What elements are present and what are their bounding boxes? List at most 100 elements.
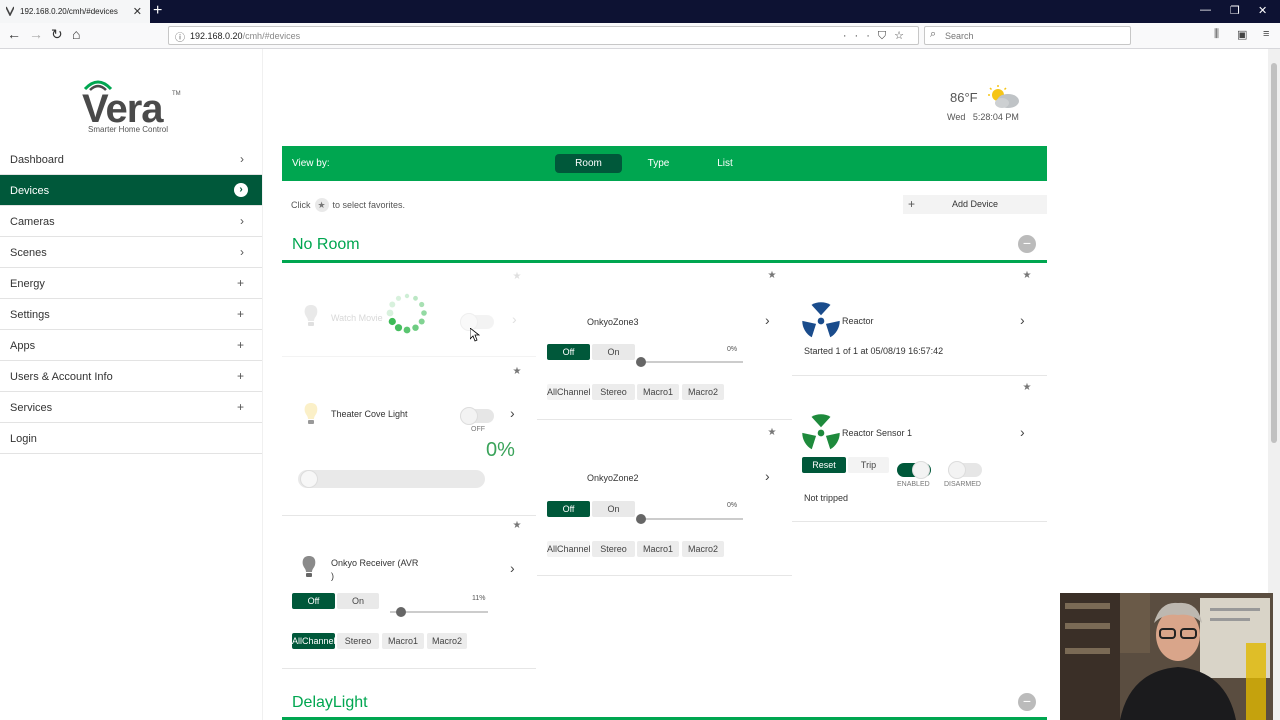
volume-knob[interactable] [395, 607, 406, 617]
enabled-toggle[interactable] [897, 461, 931, 479]
macro-macro1-button[interactable]: Macro1 [637, 384, 679, 400]
on-button[interactable]: On [592, 344, 635, 360]
url-bar[interactable]: ⓘ 192.168.0.20/cmh/#devices ···⛉☆ [168, 26, 919, 45]
macro-allchannel-button[interactable]: AllChannel [547, 541, 590, 557]
favorite-star-icon[interactable]: ★ [510, 270, 524, 284]
back-icon[interactable]: ← [7, 26, 21, 42]
sidebar-item-users[interactable]: Users & Account Info + [0, 361, 262, 392]
macro-macro2-button[interactable]: Macro2 [682, 384, 724, 400]
bookmark-star-icon[interactable]: ☆ [894, 30, 912, 42]
off-button[interactable]: Off [292, 593, 335, 609]
macro-stereo-button[interactable]: Stereo [337, 633, 379, 649]
favorite-star-icon[interactable]: ★ [1020, 269, 1034, 283]
sensor-radiation-icon [802, 414, 840, 450]
scrollbar-thumb[interactable] [1271, 63, 1277, 443]
trip-button[interactable]: Trip [848, 457, 889, 473]
collapse-section-icon[interactable]: − [1018, 235, 1036, 253]
armed-toggle[interactable] [948, 461, 982, 479]
sidebar-item-energy[interactable]: Energy + [0, 268, 262, 299]
device-name: Reactor [842, 316, 874, 326]
tab-room[interactable]: Room [555, 154, 622, 173]
on-button[interactable]: On [337, 593, 379, 609]
volume-slider[interactable] [636, 357, 743, 367]
device-card-onkyo-receiver: ★ Onkyo Receiver (AVR ) › Off On 11% All… [282, 517, 536, 669]
add-device-button[interactable]: + Add Device [903, 195, 1047, 214]
volume-slider[interactable] [390, 607, 488, 617]
hint-after: to select favorites. [332, 200, 406, 210]
sidebar-item-scenes[interactable]: Scenes › [0, 237, 262, 268]
favorite-star-icon[interactable]: ★ [510, 519, 524, 533]
site-info-icon[interactable]: ⓘ [175, 29, 185, 44]
device-card-theater-cove-light: ★ Theater Cove Light OFF › 0% [282, 358, 536, 516]
sidebar-item-label: Users & Account Info [10, 371, 113, 383]
volume-percent: 0% [727, 502, 738, 509]
sidebar-item-cameras[interactable]: Cameras › [0, 206, 262, 237]
chevron-right-icon[interactable]: › [512, 311, 517, 327]
chevron-right-icon[interactable]: › [765, 468, 770, 484]
volume-knob[interactable] [636, 514, 646, 524]
dimmer-slider[interactable] [298, 470, 485, 488]
presenter-video-image [1060, 593, 1273, 720]
chevron-right-icon[interactable]: › [765, 312, 770, 328]
sidebar-item-dashboard[interactable]: Dashboard › [0, 144, 262, 175]
device-toggle[interactable] [460, 313, 494, 331]
forward-icon[interactable]: → [29, 26, 43, 42]
sidebar-toggle-icon[interactable]: ▣ [1237, 28, 1247, 41]
browser-tab[interactable]: 192.168.0.20/cmh/#devices ✕ [0, 0, 150, 23]
favorites-hint: Click ★ to select favorites. [291, 198, 405, 212]
device-name-line2: ) [331, 571, 334, 581]
weather-temperature: 86°F [950, 90, 978, 105]
hamburger-menu-icon[interactable]: ≡ [1263, 28, 1269, 40]
sidebar-item-label: Apps [10, 340, 36, 352]
reload-icon[interactable]: ↻ [51, 26, 63, 43]
favorite-star-icon[interactable]: ★ [510, 365, 524, 379]
library-icon[interactable]: ⫼ [1214, 28, 1219, 41]
restore-icon[interactable]: ❐ [1230, 4, 1240, 17]
favorite-star-icon[interactable]: ★ [1020, 381, 1034, 395]
sidebar-item-services[interactable]: Services + [0, 392, 262, 423]
tab-list[interactable]: List [694, 154, 756, 173]
reset-button[interactable]: Reset [802, 457, 846, 473]
search-input[interactable]: ⌕ Search [924, 26, 1131, 45]
volume-knob[interactable] [636, 357, 646, 367]
device-card-onkyozone3: ★ OnkyoZone3 › Off On 0% AllChannel Ster… [537, 265, 792, 420]
chevron-right-icon[interactable]: › [510, 560, 515, 576]
close-window-icon[interactable]: ✕ [1258, 4, 1267, 17]
minimize-icon[interactable]: — [1200, 4, 1211, 16]
chevron-right-icon[interactable]: › [510, 405, 515, 421]
macro-stereo-button[interactable]: Stereo [592, 541, 635, 557]
tab-type[interactable]: Type [627, 154, 690, 173]
power-toggle[interactable] [460, 407, 494, 425]
url-path: /cmh/#devices [242, 31, 301, 41]
macro-macro2-button[interactable]: Macro2 [427, 633, 467, 649]
new-tab-icon[interactable]: + [153, 2, 162, 20]
device-card-reactor-sensor-1: ★ Reactor Sensor 1 › Reset Trip ENABLED … [792, 377, 1047, 522]
chevron-right-icon[interactable]: › [1020, 424, 1025, 440]
favorite-star-icon[interactable]: ★ [765, 426, 779, 440]
volume-percent: 11% [472, 595, 486, 602]
dimmer-knob[interactable] [300, 470, 318, 488]
macro-stereo-button[interactable]: Stereo [592, 384, 635, 400]
sidebar-item-settings[interactable]: Settings + [0, 299, 262, 330]
device-name-line1: Onkyo Receiver (AVR [331, 558, 419, 568]
macro-macro1-button[interactable]: Macro1 [637, 541, 679, 557]
volume-slider[interactable] [636, 514, 743, 524]
macro-allchannel-button[interactable]: AllChannel [292, 633, 335, 649]
page-actions-icon[interactable]: ··· [843, 30, 878, 42]
sidebar-item-devices[interactable]: Devices › [0, 175, 262, 206]
pocket-icon[interactable]: ⛉ [878, 30, 894, 42]
collapse-section-icon[interactable]: − [1018, 693, 1036, 711]
off-button[interactable]: Off [547, 344, 590, 360]
macro-macro1-button[interactable]: Macro1 [382, 633, 424, 649]
sidebar-item-apps[interactable]: Apps + [0, 330, 262, 361]
chevron-right-icon[interactable]: › [1020, 312, 1025, 328]
favorite-star-icon[interactable]: ★ [765, 269, 779, 283]
home-icon[interactable]: ⌂ [72, 26, 80, 42]
macro-allchannel-button[interactable]: AllChannel [547, 384, 590, 400]
on-button[interactable]: On [592, 501, 635, 517]
sidebar-item-login[interactable]: Login [0, 423, 262, 454]
off-button[interactable]: Off [547, 501, 590, 517]
dim-level-percent: 0% [486, 439, 515, 461]
macro-macro2-button[interactable]: Macro2 [682, 541, 724, 557]
close-tab-icon[interactable]: ✕ [133, 5, 142, 18]
